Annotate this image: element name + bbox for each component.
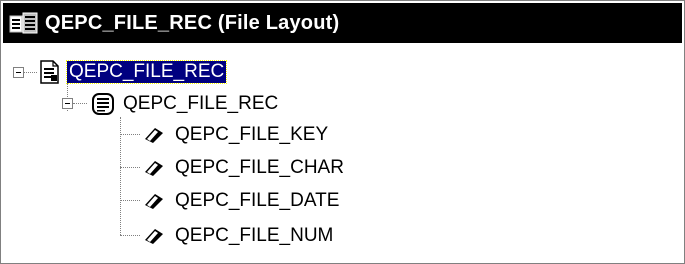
collapse-record-toggle[interactable] <box>62 98 73 109</box>
tree-node-record[interactable]: QEPC_FILE_REC <box>91 89 278 119</box>
field-icon <box>143 125 165 145</box>
tree-node-field[interactable]: QEPC_FILE_CHAR <box>143 153 344 183</box>
field-icon <box>143 226 165 246</box>
file-layout-icon <box>39 60 61 84</box>
field-icon <box>143 191 165 211</box>
tree-node-field-label: QEPC_FILE_CHAR <box>175 157 344 178</box>
record-icon <box>91 92 115 116</box>
title-bar[interactable]: QEPC_FILE_REC (File Layout) <box>3 3 682 43</box>
tree-node-root-label: QEPC_FILE_REC <box>65 60 228 84</box>
tree-node-field-label: QEPC_FILE_NUM <box>175 225 334 246</box>
collapse-root-toggle[interactable] <box>13 67 24 78</box>
window-title: QEPC_FILE_REC (File Layout) <box>45 11 340 34</box>
tree-connector <box>73 103 87 104</box>
tree-node-field-label: QEPC_FILE_KEY <box>175 124 329 145</box>
tree-connector <box>120 167 140 168</box>
tree-node-field-label: QEPC_FILE_DATE <box>175 190 340 211</box>
tree-connector <box>120 134 140 135</box>
tree-node-record-label: QEPC_FILE_REC <box>123 93 279 114</box>
tree-view[interactable]: QEPC_FILE_REC QEPC_FILE_REC QEPC_FILE_KE… <box>5 47 680 257</box>
tree-node-field[interactable]: QEPC_FILE_NUM <box>143 221 333 251</box>
tree-connector <box>120 200 140 201</box>
tree-connector <box>120 235 140 236</box>
file-layout-app-icon <box>9 10 39 36</box>
field-icon <box>143 158 165 178</box>
tree-node-field[interactable]: QEPC_FILE_DATE <box>143 186 339 216</box>
tree-connector <box>23 72 37 73</box>
tree-node-root[interactable]: QEPC_FILE_REC <box>39 57 228 87</box>
tree-node-field[interactable]: QEPC_FILE_KEY <box>143 120 328 150</box>
file-layout-window: QEPC_FILE_REC (File Layout) QEPC_FILE_RE… <box>0 0 685 264</box>
